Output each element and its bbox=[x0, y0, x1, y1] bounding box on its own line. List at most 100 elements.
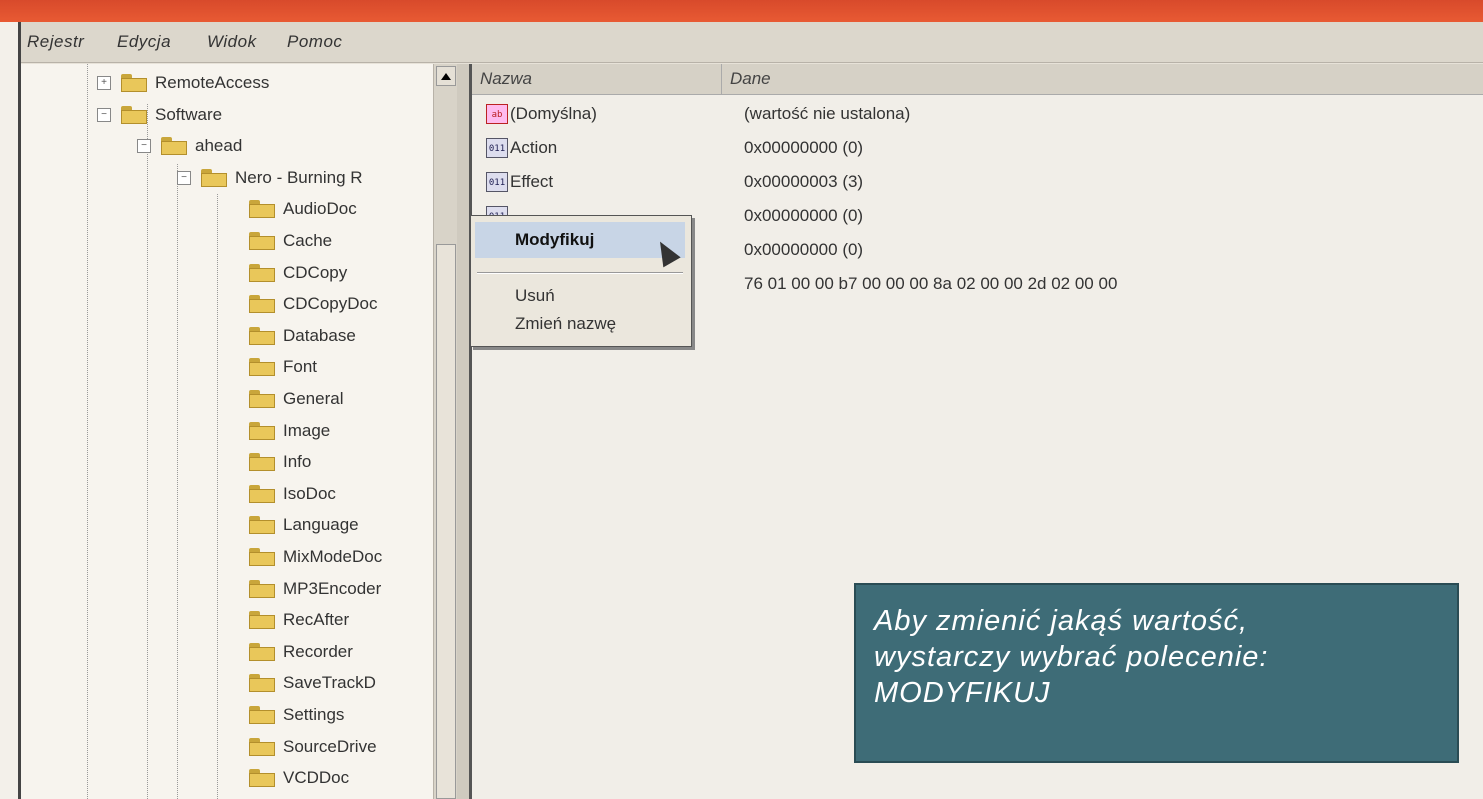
folder-icon bbox=[249, 706, 275, 724]
value-row[interactable]: 011 Effect 0x00000003 (3) bbox=[486, 166, 1476, 198]
value-name: (Domyślna) bbox=[510, 104, 597, 123]
tree-guide-line bbox=[177, 164, 178, 799]
tree-item-label: CDCopy bbox=[283, 262, 348, 282]
tree-item[interactable]: RecAfter bbox=[249, 605, 349, 635]
column-header-name[interactable]: Nazwa bbox=[472, 64, 722, 94]
top-decorative-bar bbox=[0, 0, 1483, 22]
tree-item[interactable]: Cache bbox=[249, 226, 332, 256]
tree-item-label: RecAfter bbox=[283, 610, 350, 630]
tree-item-label: SourceDrive bbox=[283, 736, 377, 756]
tree-item[interactable]: CDCopyDoc bbox=[249, 289, 377, 319]
folder-icon bbox=[249, 453, 275, 472]
tree-guide-line bbox=[147, 104, 148, 799]
folder-icon bbox=[161, 137, 187, 156]
folder-icon bbox=[249, 611, 275, 630]
value-data: 0x00000000 (0) bbox=[744, 138, 864, 157]
value-name: Effect bbox=[510, 172, 554, 191]
tree-item-label: IsoDoc bbox=[283, 483, 336, 503]
tree-item[interactable]: MP3Encoder bbox=[249, 574, 381, 604]
value-data: 0x00000000 (0) bbox=[744, 206, 864, 225]
folder-icon bbox=[249, 200, 275, 219]
menu-edycja[interactable]: Edycja bbox=[117, 32, 171, 52]
tree-item-label: Database bbox=[283, 325, 356, 345]
tree-guide-line bbox=[87, 64, 88, 799]
tree-item-label: ahead bbox=[195, 136, 243, 156]
tree-item-label: Recorder bbox=[283, 641, 353, 661]
tree-item-label: MixModeDoc bbox=[283, 547, 383, 566]
tree-item[interactable]: SourceDrive bbox=[249, 732, 377, 762]
expand-icon[interactable]: + bbox=[97, 76, 111, 90]
value-data: 0x00000000 (0) bbox=[744, 240, 864, 259]
folder-icon bbox=[121, 105, 147, 124]
value-name: Action bbox=[510, 138, 558, 157]
tree-item[interactable]: − Nero - Burning R bbox=[177, 163, 363, 193]
context-menu-rename[interactable]: Zmień nazwę bbox=[475, 306, 685, 342]
tree-item[interactable]: − Software bbox=[97, 100, 222, 130]
tree-item[interactable]: Image bbox=[249, 416, 330, 446]
tree-item[interactable]: SaveTrackD bbox=[249, 668, 376, 698]
tree-item-label: Software bbox=[155, 104, 223, 124]
scroll-up-button[interactable] bbox=[436, 66, 456, 86]
folder-icon bbox=[249, 769, 275, 788]
folder-icon bbox=[249, 548, 275, 566]
collapse-icon[interactable]: − bbox=[137, 139, 151, 154]
folder-icon bbox=[249, 674, 275, 693]
tree-item[interactable]: − ahead bbox=[137, 131, 242, 161]
tree-item-label: CDCopyDoc bbox=[283, 294, 378, 314]
callout-line-1: Aby zmienić jakąś wartość, bbox=[874, 605, 1249, 637]
tree-item[interactable]: CDCopy bbox=[249, 258, 347, 288]
callout-line-3: MODYFIKUJ bbox=[874, 677, 1051, 709]
tree-item-label: Language bbox=[283, 515, 359, 535]
folder-icon bbox=[249, 579, 275, 598]
collapse-icon[interactable]: − bbox=[97, 107, 111, 122]
binary-value-icon: 011 bbox=[486, 172, 508, 192]
registry-key-tree: + RemoteAccess − Software − ahead − Nero - Burn… bbox=[21, 64, 433, 799]
tree-item-label: MP3Encoder bbox=[283, 578, 382, 598]
tree-vertical-scrollbar[interactable] bbox=[433, 64, 458, 799]
tree-item[interactable]: Language bbox=[249, 510, 359, 540]
value-data: 0x00000003 (3) bbox=[744, 172, 864, 191]
context-menu-separator bbox=[477, 272, 683, 274]
folder-icon bbox=[249, 390, 275, 408]
context-menu: Modyfikuj Usuń Zmień nazwę bbox=[470, 215, 692, 347]
callout-line-2: wystarczy wybrać polecenie: bbox=[874, 641, 1269, 673]
tree-item[interactable]: Info bbox=[249, 447, 311, 477]
tree-item[interactable]: Font bbox=[249, 352, 317, 382]
column-header-data[interactable]: Dane bbox=[722, 64, 1483, 94]
tree-item[interactable]: MixModeDoc bbox=[249, 542, 382, 572]
tree-item[interactable]: Settings bbox=[249, 700, 344, 730]
scroll-thumb[interactable] bbox=[436, 244, 456, 799]
value-data: 76 01 00 00 b7 00 00 00 8a 02 00 00 2d 0… bbox=[744, 274, 1118, 293]
value-row[interactable]: ab (Domyślna) (wartość nie ustalona) bbox=[486, 98, 1476, 130]
tree-item-label: Info bbox=[283, 452, 312, 472]
value-data: (wartość nie ustalona) bbox=[744, 104, 911, 123]
menu-pomoc[interactable]: Pomoc bbox=[287, 32, 342, 52]
tree-item[interactable]: AudioDoc bbox=[249, 194, 357, 224]
tree-item-label: VCDDoc bbox=[283, 768, 350, 788]
tree-item[interactable]: IsoDoc bbox=[249, 479, 336, 509]
context-menu-modify[interactable]: Modyfikuj bbox=[475, 222, 685, 258]
folder-icon bbox=[249, 421, 275, 440]
folder-icon bbox=[121, 74, 147, 92]
folder-icon bbox=[249, 326, 275, 345]
menu-bar: Rejestr Edycja Widok Pomoc bbox=[21, 22, 1483, 63]
tree-item-label: RemoteAccess bbox=[155, 73, 270, 92]
menu-widok[interactable]: Widok bbox=[207, 32, 257, 52]
collapse-icon[interactable]: − bbox=[177, 170, 191, 185]
pane-splitter[interactable] bbox=[457, 64, 469, 799]
tree-item-label: Nero - Burning R bbox=[235, 167, 363, 187]
folder-icon bbox=[249, 232, 275, 250]
tree-item[interactable]: Database bbox=[249, 321, 356, 351]
tree-item[interactable]: General bbox=[249, 384, 343, 414]
tree-item-label: Image bbox=[283, 420, 331, 440]
tree-item-label: General bbox=[283, 389, 344, 408]
tree-item[interactable]: Recorder bbox=[249, 637, 353, 667]
menu-rejestr[interactable]: Rejestr bbox=[27, 32, 84, 52]
string-value-icon: ab bbox=[486, 104, 508, 124]
list-header: Nazwa Dane bbox=[472, 64, 1483, 95]
tree-item[interactable]: + RemoteAccess bbox=[97, 68, 269, 98]
tree-item[interactable]: VCDDoc bbox=[249, 763, 349, 793]
folder-icon bbox=[249, 484, 275, 503]
tree-item-label: Cache bbox=[283, 231, 333, 250]
value-row[interactable]: 011 Action 0x00000000 (0) bbox=[486, 132, 1476, 164]
